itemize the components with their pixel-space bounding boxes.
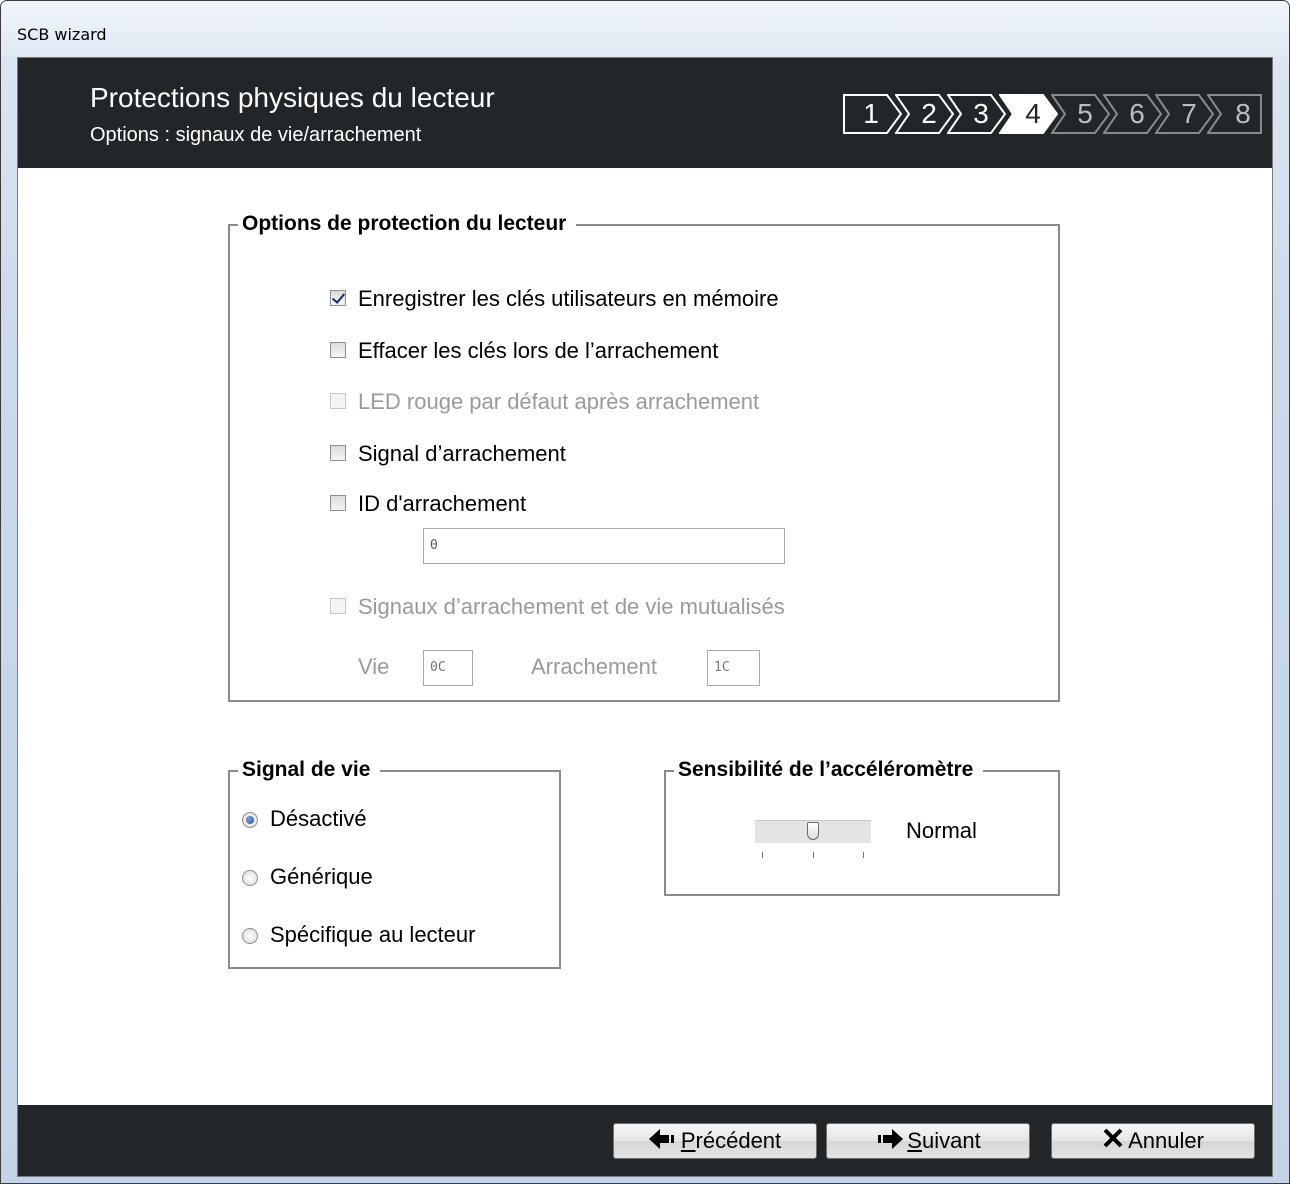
step-indicator: 1 2 3 4 5 6 7 8: [843, 94, 1263, 134]
desactive-label: Désactivé: [270, 806, 367, 831]
tamper-signal-label: Signal d’arrachement: [358, 441, 566, 466]
generique-radio[interactable]: [242, 870, 258, 886]
wizard-header: Protections physiques du lecteur Options…: [18, 58, 1272, 168]
red-led-checkbox: [330, 393, 346, 409]
accelerometer-legend: Sensibilité de l’accéléromètre: [674, 758, 984, 782]
window-title: SCB wizard: [17, 25, 107, 44]
step-2-label: 2: [921, 98, 937, 129]
wizard-footer: Précédent Suivant Annuler: [18, 1105, 1272, 1176]
previous-button[interactable]: Précédent: [613, 1123, 817, 1159]
specifique-label: Spécifique au lecteur: [270, 922, 476, 947]
next-label-rest: uivant: [921, 1128, 981, 1153]
protection-options-group: Options de protection du lecteur Enregis…: [228, 212, 1060, 702]
slider-tick-mid: [813, 852, 814, 858]
signal-de-vie-legend: Signal de vie: [238, 758, 381, 782]
step-7-label: 7: [1181, 98, 1197, 129]
red-led-label: LED rouge par défaut après arrachement: [358, 389, 760, 414]
shared-signals-label: Signaux d’arrachement et de vie mutualis…: [358, 594, 785, 619]
wizard-window: SCB wizard Protections physiques du lect…: [0, 0, 1290, 1184]
specifique-radio[interactable]: [242, 928, 258, 944]
arrow-left-icon: [648, 1125, 677, 1159]
wizard-client-area: Protections physiques du lecteur Options…: [17, 57, 1273, 1177]
sensitivity-slider-thumb[interactable]: [807, 822, 819, 840]
step-8-label: 8: [1235, 98, 1251, 129]
previous-mnemonic: P: [680, 1128, 696, 1153]
slider-tick-min: [762, 852, 763, 858]
tamper-signal-checkbox[interactable]: [330, 445, 346, 461]
signal-de-vie-group: Signal de vie Désactivé Générique Spécif…: [228, 758, 561, 969]
page-title: Protections physiques du lecteur: [90, 82, 495, 113]
next-mnemonic: S: [907, 1128, 922, 1153]
step-4-label: 4: [1025, 98, 1041, 129]
tamper-id-input[interactable]: 0: [423, 528, 785, 564]
step-5-label: 5: [1077, 98, 1093, 129]
erase-keys-label: Effacer les clés lors de l’arrachement: [358, 338, 719, 363]
save-keys-checkbox[interactable]: [330, 290, 346, 306]
arrachement-input: 1C: [707, 650, 760, 686]
step-1-label: 1: [863, 98, 879, 129]
shared-signals-checkbox: [330, 598, 346, 614]
vie-input: 0C: [423, 650, 473, 686]
cancel-button[interactable]: Annuler: [1051, 1123, 1255, 1159]
step-3-label: 3: [973, 98, 989, 129]
tamper-id-checkbox[interactable]: [330, 495, 346, 511]
desactive-radio[interactable]: [242, 812, 258, 828]
sensitivity-value-label: Normal: [906, 818, 977, 843]
protection-options-legend: Options de protection du lecteur: [238, 212, 577, 236]
arrow-right-icon: [875, 1125, 904, 1159]
previous-label-rest: récédent: [695, 1128, 782, 1153]
slider-tick-max: [863, 852, 864, 858]
next-button[interactable]: Suivant: [826, 1123, 1030, 1159]
close-icon: [1102, 1125, 1124, 1159]
arrachement-label: Arrachement: [531, 654, 657, 679]
cancel-label: Annuler: [1128, 1128, 1204, 1153]
accelerometer-group: Sensibilité de l’accéléromètre Normal: [664, 758, 1060, 896]
title-bar[interactable]: SCB wizard: [1, 1, 1289, 57]
vie-label: Vie: [358, 654, 390, 679]
page-subtitle: Options : signaux de vie/arrachement: [90, 124, 422, 146]
erase-keys-checkbox[interactable]: [330, 342, 346, 358]
generique-label: Générique: [270, 864, 373, 889]
tamper-id-label: ID d'arrachement: [358, 491, 527, 516]
step-6-label: 6: [1129, 98, 1145, 129]
save-keys-label: Enregistrer les clés utilisateurs en mém…: [358, 286, 779, 311]
